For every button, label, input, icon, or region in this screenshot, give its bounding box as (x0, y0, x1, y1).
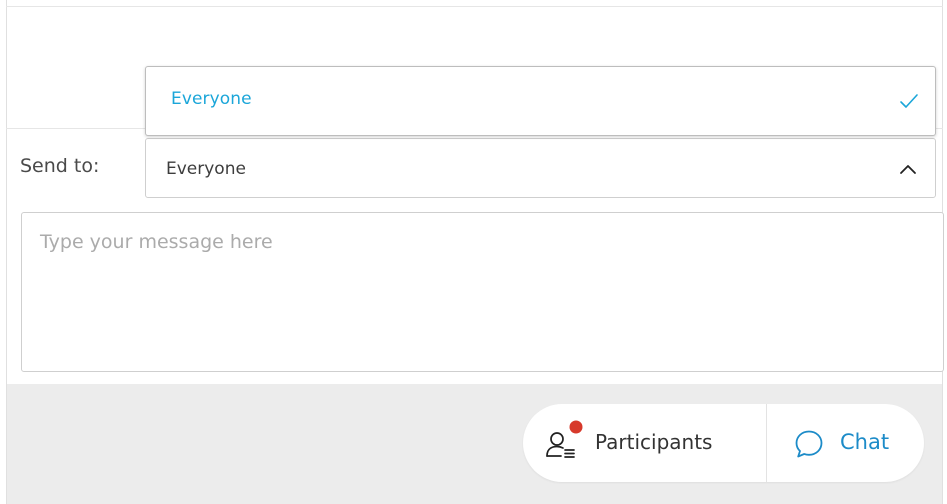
chat-bubble-icon (795, 430, 823, 458)
checkmark-icon (900, 94, 918, 108)
panel-border-top (6, 6, 943, 7)
send-to-selected-value: Everyone (166, 159, 246, 179)
panel-toggle-group: Participants Chat (523, 404, 924, 482)
chat-button[interactable]: Chat (767, 404, 924, 482)
send-to-label: Send to: (20, 155, 100, 177)
dropdown-option-label: Everyone (171, 89, 252, 109)
participants-button[interactable]: Participants (523, 404, 766, 482)
send-to-select[interactable]: Everyone (145, 138, 936, 198)
participants-label: Participants (595, 430, 713, 454)
notification-dot (569, 420, 583, 434)
message-box (21, 212, 944, 372)
dropdown-option-everyone[interactable]: Everyone (146, 67, 935, 135)
message-input[interactable] (22, 213, 943, 371)
chevron-up-icon (900, 165, 916, 174)
chat-label: Chat (840, 430, 890, 454)
chat-panel: Everyone Send to: Everyone Type your mes… (0, 0, 947, 504)
participants-icon (546, 420, 583, 458)
send-to-dropdown-menu: Everyone (145, 66, 936, 136)
